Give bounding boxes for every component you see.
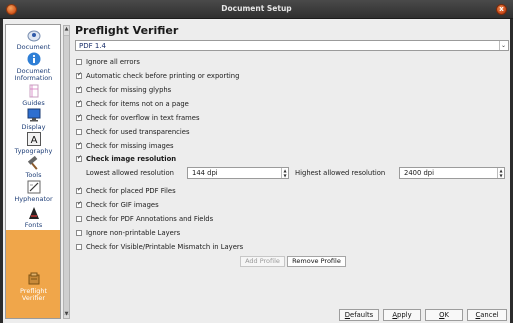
chevron-down-icon[interactable]: ⌄ <box>499 41 507 50</box>
highest-resolution-value: 2400 dpi <box>404 169 434 177</box>
profile-select-value: PDF 1.4 <box>79 42 106 50</box>
checkbox-box[interactable] <box>76 129 82 135</box>
sidebar-item-label: Hyphenator <box>14 195 53 203</box>
spin-arrows-icon[interactable]: ▲ ▼ <box>497 168 504 178</box>
checkbox-box[interactable] <box>76 71 82 79</box>
apply-button[interactable]: Apply <box>383 309 421 321</box>
checkbox-automatic-check[interactable]: Automatic check before printing or expor… <box>76 71 240 80</box>
checkbox-label: Check image resolution <box>86 155 177 163</box>
defaults-button[interactable]: Defaults <box>339 309 379 321</box>
sidebar-item-label: Verifier <box>21 294 46 302</box>
window-titlebar[interactable]: Document Setup x <box>0 0 513 19</box>
checkbox-label: Check for missing images <box>86 142 174 150</box>
checkbox-box[interactable] <box>76 216 82 222</box>
sidebar-item-document-information[interactable]: Document Information <box>6 52 60 82</box>
checkbox-box[interactable] <box>76 141 82 149</box>
typography-icon: A <box>26 132 41 146</box>
checkbox-used-transparencies[interactable]: Check for used transparencies <box>76 128 190 136</box>
checkbox-label: Check for PDF Annotations and Fields <box>86 215 214 223</box>
guides-icon <box>29 84 38 98</box>
checkbox-missing-glyphs[interactable]: Check for missing glyphs <box>76 85 172 94</box>
document-icon <box>27 30 40 42</box>
checkbox-box[interactable] <box>76 154 82 162</box>
lowest-resolution-value: 144 dpi <box>192 169 218 177</box>
checkbox-image-resolution[interactable]: Check image resolution <box>76 154 177 163</box>
lowest-resolution-spinbox[interactable]: 144 dpi ▲ ▼ <box>187 167 289 179</box>
checkbox-label: Ignore non-printable Layers <box>86 229 181 237</box>
highest-resolution-label: Highest allowed resolution <box>295 169 386 177</box>
checkbox-label: Check for Visible/Printable Mismatch in … <box>86 243 244 251</box>
sidebar-item-label: Fonts <box>24 221 43 229</box>
checkbox-placed-pdf-files[interactable]: Check for placed PDF Files <box>76 186 176 195</box>
sidebar-item-tools[interactable]: Tools <box>6 156 60 179</box>
add-profile-button[interactable]: Add Profile <box>240 256 285 267</box>
sidebar-item-label: Typography <box>14 147 53 155</box>
profile-select[interactable]: PDF 1.4 ⌄ <box>75 40 509 51</box>
checkbox-label: Check for used transparencies <box>86 128 190 136</box>
scroll-down-icon[interactable]: ▼ <box>64 311 69 318</box>
checkbox-ignore-all-errors[interactable]: Ignore all errors <box>76 58 140 66</box>
sidebar-scrollbar[interactable]: ▲ ▼ <box>63 25 70 319</box>
checkbox-overflow-text-frames[interactable]: Check for overflow in text frames <box>76 113 200 122</box>
preflight-icon <box>28 272 39 285</box>
remove-profile-button[interactable]: Remove Profile <box>287 256 346 267</box>
spin-arrows-icon[interactable]: ▲ ▼ <box>281 168 288 178</box>
checkbox-label: Check for missing glyphs <box>86 86 172 94</box>
checkbox-pdf-annotations[interactable]: Check for PDF Annotations and Fields <box>76 215 213 223</box>
checkbox-box[interactable] <box>76 113 82 121</box>
checkbox-box[interactable] <box>76 200 82 208</box>
checkbox-box[interactable] <box>76 244 82 250</box>
sidebar-item-fonts[interactable]: Fonts <box>6 206 60 229</box>
sidebar-item-document[interactable]: Document <box>6 28 60 51</box>
checkbox-box[interactable] <box>76 186 82 194</box>
sidebar-item-hyphenator[interactable]: Hyphenator <box>6 180 60 203</box>
checkbox-box[interactable] <box>76 85 82 93</box>
checkbox-ignore-non-printable-layers[interactable]: Ignore non-printable Layers <box>76 229 180 237</box>
checkbox-label: Check for GIF images <box>86 201 159 209</box>
sidebar-item-guides[interactable]: Guides <box>6 84 60 107</box>
svg-text:A: A <box>30 135 37 146</box>
button-label: K <box>444 311 449 319</box>
hyphenator-icon <box>27 180 40 194</box>
sidebar-item-label: Display <box>21 123 46 131</box>
checkbox-label: Check for items not on a page <box>86 100 189 108</box>
ok-button[interactable]: OK <box>425 309 463 321</box>
tools-icon <box>27 156 38 170</box>
document-setup-dialog: Document Document Information Guides Dis… <box>3 19 510 323</box>
sidebar-item-label: Guides <box>22 99 45 107</box>
button-label: pply <box>397 311 412 319</box>
sidebar-item-typography[interactable]: A Typography <box>6 132 60 155</box>
scrollbar-thumb[interactable] <box>64 35 69 315</box>
checkbox-missing-images[interactable]: Check for missing images <box>76 141 174 150</box>
sidebar-item-label: Document <box>16 43 51 51</box>
checkbox-box[interactable] <box>76 230 82 236</box>
preflight-panel: Preflight Verifier PDF 1.4 ⌄ Ignore all … <box>73 24 510 323</box>
scroll-up-icon[interactable]: ▲ <box>64 26 69 33</box>
checkbox-label: Check for placed PDF Files <box>86 187 176 195</box>
page-title: Preflight Verifier <box>75 24 179 37</box>
sidebar: Document Document Information Guides Dis… <box>5 24 61 319</box>
checkbox-items-not-on-page[interactable]: Check for items not on a page <box>76 99 189 108</box>
button-label: ancel <box>480 311 499 319</box>
sidebar-item-label: Tools <box>25 171 42 179</box>
window-title: Document Setup <box>221 4 292 13</box>
sidebar-item-preflight-verifier[interactable]: Preflight Verifier <box>6 230 60 318</box>
info-icon <box>27 52 40 66</box>
fonts-icon <box>28 207 39 219</box>
highest-resolution-spinbox[interactable]: 2400 dpi ▲ ▼ <box>399 167 505 179</box>
checkbox-visible-printable-mismatch[interactable]: Check for Visible/Printable Mismatch in … <box>76 243 243 251</box>
lowest-resolution-label: Lowest allowed resolution <box>86 169 174 177</box>
sidebar-item-display[interactable]: Display <box>6 108 60 131</box>
display-icon <box>27 108 40 122</box>
checkbox-box[interactable] <box>76 99 82 107</box>
checkbox-label: Automatic check before printing or expor… <box>86 72 240 80</box>
sidebar-item-label: Information <box>14 74 53 82</box>
checkbox-label: Check for overflow in text frames <box>86 114 200 122</box>
window-close-button[interactable]: x <box>496 4 507 15</box>
button-label: efaults <box>350 311 374 319</box>
checkbox-box[interactable] <box>76 59 82 65</box>
checkbox-label: Ignore all errors <box>86 58 140 66</box>
cancel-button[interactable]: Cancel <box>467 309 507 321</box>
checkbox-gif-images[interactable]: Check for GIF images <box>76 200 159 209</box>
